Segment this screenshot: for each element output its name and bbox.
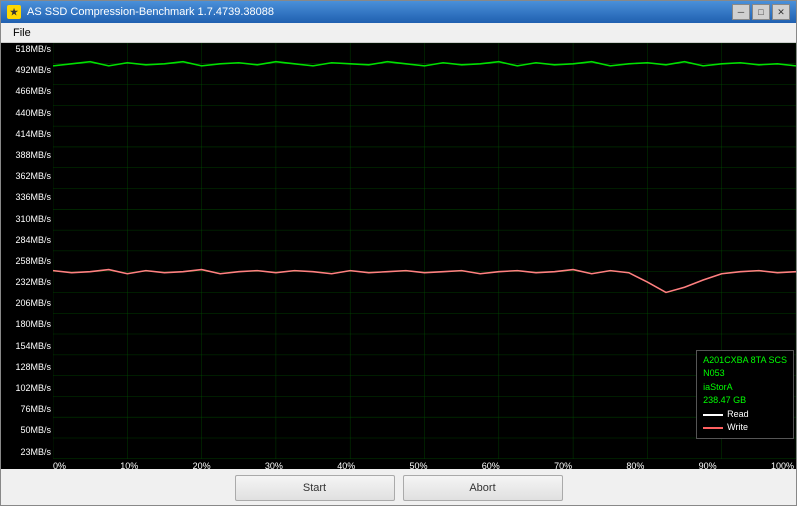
y-label-14: 180MB/s: [5, 320, 51, 329]
app-icon: ★: [7, 5, 21, 19]
x-axis: 0% 10% 20% 30% 40% 50% 60% 70% 80% 90% 1…: [53, 459, 796, 469]
legend-driver: iaStorA: [703, 381, 787, 395]
y-label-5: 414MB/s: [5, 130, 51, 139]
title-bar: ★ AS SSD Compression-Benchmark 1.7.4739.…: [1, 1, 796, 23]
y-label-17: 102MB/s: [5, 384, 51, 393]
y-label-11: 258MB/s: [5, 257, 51, 266]
y-label-16: 128MB/s: [5, 363, 51, 372]
write-label: Write: [727, 421, 748, 435]
x-axis-row: 0% 10% 20% 30% 40% 50% 60% 70% 80% 90% 1…: [1, 459, 796, 469]
y-label-7: 362MB/s: [5, 172, 51, 181]
title-controls: ─ □ ✕: [732, 4, 790, 20]
y-label-3: 466MB/s: [5, 87, 51, 96]
y-label-19: 50MB/s: [5, 426, 51, 435]
abort-button[interactable]: Abort: [403, 475, 563, 501]
main-window: ★ AS SSD Compression-Benchmark 1.7.4739.…: [0, 0, 797, 506]
y-label-4: 440MB/s: [5, 109, 51, 118]
minimize-button[interactable]: ─: [732, 4, 750, 20]
y-label-20: 23MB/s: [5, 448, 51, 457]
read-label: Read: [727, 408, 749, 422]
menu-bar: File: [1, 23, 796, 43]
legend-model: N053: [703, 367, 787, 381]
legend-box: A201CXBA 8TA SCS N053 iaStorA 238.47 GB …: [696, 350, 794, 439]
y-label-9: 310MB/s: [5, 215, 51, 224]
x-label-70: 70%: [554, 461, 572, 469]
x-label-30: 30%: [265, 461, 283, 469]
y-label-12: 232MB/s: [5, 278, 51, 287]
y-label-18: 76MB/s: [5, 405, 51, 414]
x-label-100: 100%: [771, 461, 794, 469]
x-label-80: 80%: [626, 461, 644, 469]
write-line-indicator: [703, 427, 723, 429]
x-label-0: 0%: [53, 461, 66, 469]
y-label-15: 154MB/s: [5, 342, 51, 351]
y-label-10: 284MB/s: [5, 236, 51, 245]
y-label-8: 336MB/s: [5, 193, 51, 202]
x-label-10: 10%: [120, 461, 138, 469]
file-menu[interactable]: File: [7, 26, 37, 40]
legend-drive: A201CXBA 8TA SCS: [703, 354, 787, 368]
maximize-button[interactable]: □: [752, 4, 770, 20]
y-label-2: 492MB/s: [5, 66, 51, 75]
x-label-20: 20%: [193, 461, 211, 469]
y-axis: 518MB/s 492MB/s 466MB/s 440MB/s 414MB/s …: [1, 43, 53, 459]
start-button[interactable]: Start: [235, 475, 395, 501]
x-label-50: 50%: [409, 461, 427, 469]
close-button[interactable]: ✕: [772, 4, 790, 20]
legend-size: 238.47 GB: [703, 394, 787, 408]
chart-svg: [53, 43, 796, 459]
button-row: Start Abort: [1, 469, 796, 505]
y-label-1: 518MB/s: [5, 45, 51, 54]
x-label-40: 40%: [337, 461, 355, 469]
chart-plot: A201CXBA 8TA SCS N053 iaStorA 238.47 GB …: [53, 43, 796, 459]
x-label-90: 90%: [699, 461, 717, 469]
x-label-60: 60%: [482, 461, 500, 469]
legend-write: Write: [703, 421, 787, 435]
title-bar-left: ★ AS SSD Compression-Benchmark 1.7.4739.…: [7, 5, 274, 19]
read-line-indicator: [703, 414, 723, 416]
y-label-13: 206MB/s: [5, 299, 51, 308]
window-title: AS SSD Compression-Benchmark 1.7.4739.38…: [27, 6, 274, 18]
y-label-6: 388MB/s: [5, 151, 51, 160]
legend-read: Read: [703, 408, 787, 422]
